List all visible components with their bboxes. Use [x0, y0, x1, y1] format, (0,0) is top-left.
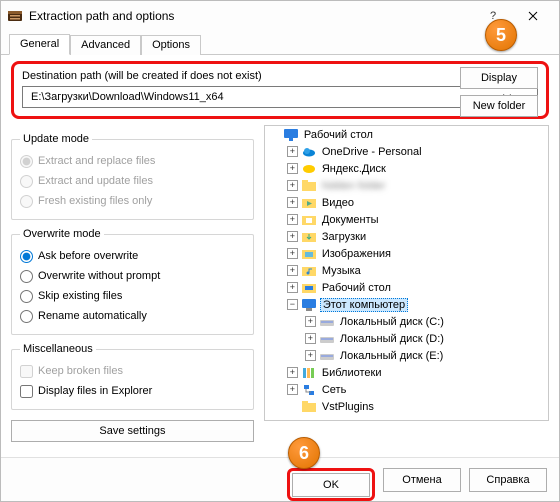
tree-node-documents[interactable]: +Документы: [265, 211, 548, 228]
close-button[interactable]: [513, 2, 553, 30]
documents-folder-icon: [301, 213, 317, 227]
expand-icon[interactable]: +: [287, 214, 298, 225]
radio-ask-before[interactable]: Ask before overwrite: [20, 246, 245, 266]
radio-extract-replace: Extract and replace files: [20, 151, 245, 171]
radio-overwrite-noprompt[interactable]: Overwrite without prompt: [20, 266, 245, 286]
tab-general[interactable]: General: [9, 34, 70, 55]
radio-extract-update: Extract and update files: [20, 171, 245, 191]
callout-highlight-5: Destination path (will be created if doe…: [11, 61, 549, 119]
tab-content: Destination path (will be created if doe…: [1, 55, 559, 457]
tree-node-desktop2[interactable]: +Рабочий стол: [265, 279, 548, 296]
ok-button[interactable]: OK: [292, 473, 370, 497]
tree-node-yadisk[interactable]: +Яндекс.Диск: [265, 160, 548, 177]
radio-rename-auto[interactable]: Rename automatically: [20, 306, 245, 326]
expand-icon[interactable]: +: [287, 197, 298, 208]
tree-node-vstplugins[interactable]: VstPlugins: [265, 398, 548, 415]
network-icon: [301, 383, 317, 397]
tree-node-thispc[interactable]: −Этот компьютер: [265, 296, 548, 313]
save-settings-button[interactable]: Save settings: [11, 420, 254, 442]
tab-strip: General Advanced Options: [1, 31, 559, 55]
tree-node-downloads[interactable]: +Загрузки: [265, 228, 548, 245]
libraries-icon: [301, 366, 317, 380]
expand-icon[interactable]: +: [287, 248, 298, 259]
cancel-button[interactable]: Отмена: [383, 468, 461, 492]
titlebar: Extraction path and options ?: [1, 1, 559, 31]
winrar-icon: [7, 8, 23, 24]
radio-skip-existing[interactable]: Skip existing files: [20, 286, 245, 306]
tree-node-libraries[interactable]: +Библиотеки: [265, 364, 548, 381]
folder-tree[interactable]: Рабочий стол +OneDrive - Personal +Яндек…: [264, 125, 549, 421]
folder-icon: [301, 400, 317, 414]
desktop-folder-icon: [301, 281, 317, 295]
display-button[interactable]: Display: [460, 67, 538, 89]
expand-icon[interactable]: +: [287, 384, 298, 395]
tree-node-network[interactable]: +Сеть: [265, 381, 548, 398]
tree-node-pictures[interactable]: +Изображения: [265, 245, 548, 262]
desktop-icon: [283, 128, 299, 142]
computer-icon: [301, 298, 317, 312]
tree-node-onedrive[interactable]: +OneDrive - Personal: [265, 143, 548, 160]
update-mode-legend: Update mode: [20, 133, 92, 145]
drive-icon: [319, 332, 335, 346]
callout-badge-5: 5: [485, 19, 517, 51]
misc-legend: Miscellaneous: [20, 343, 96, 355]
dialog-window: Extraction path and options ? 5 6 Genera…: [0, 0, 560, 502]
tree-node-drive-c[interactable]: +Локальный диск (C:): [265, 313, 548, 330]
tree-node-music[interactable]: +Музыка: [265, 262, 548, 279]
callout-badge-6: 6: [288, 437, 320, 469]
tree-node-drive-d[interactable]: +Локальный диск (D:): [265, 330, 548, 347]
expand-icon[interactable]: +: [287, 265, 298, 276]
expand-icon[interactable]: +: [305, 333, 316, 344]
new-folder-button[interactable]: New folder: [460, 95, 538, 117]
expand-icon[interactable]: +: [287, 282, 298, 293]
help-footer-button[interactable]: Справка: [469, 468, 547, 492]
update-mode-group: Update mode Extract and replace files Ex…: [11, 133, 254, 220]
callout-highlight-6: OK: [287, 468, 375, 501]
folder-icon: [301, 179, 317, 193]
yandex-disk-icon: [301, 162, 317, 176]
expand-icon[interactable]: +: [305, 350, 316, 361]
tab-advanced[interactable]: Advanced: [70, 35, 141, 55]
tree-node-desktop[interactable]: Рабочий стол: [265, 126, 548, 143]
tree-node-hidden[interactable]: +hidden folder: [265, 177, 548, 194]
right-column: Рабочий стол +OneDrive - Personal +Яндек…: [264, 125, 549, 421]
overwrite-mode-group: Overwrite mode Ask before overwrite Over…: [11, 228, 254, 335]
expand-icon[interactable]: +: [287, 163, 298, 174]
collapse-icon[interactable]: −: [287, 299, 298, 310]
expand-icon[interactable]: +: [287, 180, 298, 191]
radio-fresh-existing: Fresh existing files only: [20, 191, 245, 211]
check-display-explorer[interactable]: Display files in Explorer: [20, 381, 245, 401]
downloads-folder-icon: [301, 230, 317, 244]
window-title: Extraction path and options: [29, 9, 473, 23]
expand-icon[interactable]: +: [287, 146, 298, 157]
pictures-folder-icon: [301, 247, 317, 261]
expand-icon[interactable]: +: [305, 316, 316, 327]
tree-node-video[interactable]: +Видео: [265, 194, 548, 211]
tab-options[interactable]: Options: [141, 35, 201, 55]
music-folder-icon: [301, 264, 317, 278]
cloud-icon: [301, 145, 317, 159]
drive-icon: [319, 349, 335, 363]
misc-group: Miscellaneous Keep broken files Display …: [11, 343, 254, 410]
drive-icon: [319, 315, 335, 329]
tree-node-drive-e[interactable]: +Локальный диск (E:): [265, 347, 548, 364]
video-folder-icon: [301, 196, 317, 210]
left-column: Update mode Extract and replace files Ex…: [11, 125, 264, 442]
overwrite-mode-legend: Overwrite mode: [20, 228, 104, 240]
dialog-footer: OK Отмена Справка: [1, 457, 559, 501]
expand-icon[interactable]: +: [287, 231, 298, 242]
check-keep-broken: Keep broken files: [20, 361, 245, 381]
expand-icon[interactable]: +: [287, 367, 298, 378]
